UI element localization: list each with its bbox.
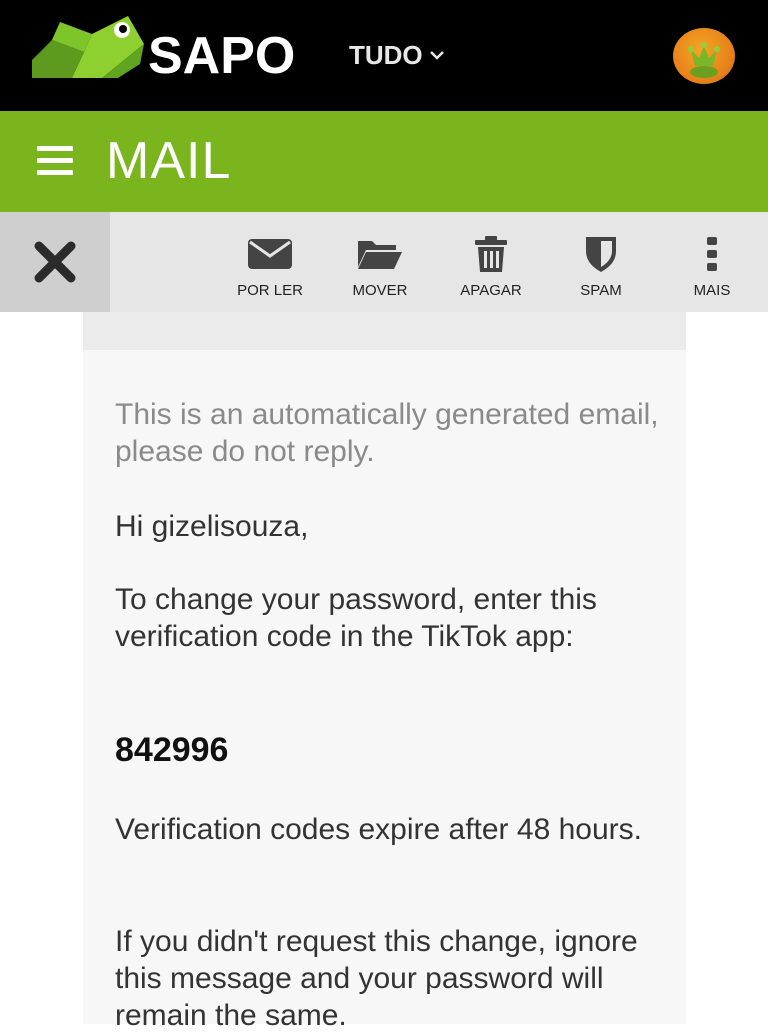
shield-icon [586, 237, 616, 272]
page-title: MAIL [106, 132, 232, 190]
close-icon [34, 241, 76, 283]
spam-button[interactable]: SPAM [546, 232, 656, 308]
greeting-text: Hi gizelisouza, [115, 510, 309, 543]
expiry-text: Verification codes expire after 48 hours… [115, 813, 642, 846]
move-button[interactable]: MOVER [325, 232, 435, 308]
tudo-label: TUDO [349, 40, 423, 70]
delete-button[interactable]: APAGAR [436, 232, 546, 308]
instruction-text: To change your password, enter this veri… [115, 583, 597, 653]
frog-crown-avatar-icon [688, 42, 720, 78]
user-avatar[interactable] [673, 28, 735, 84]
tudo-menu[interactable]: TUDO [349, 40, 445, 70]
folder-open-icon [358, 241, 402, 269]
move-label: MOVER [352, 282, 408, 299]
more-vertical-icon [707, 237, 717, 271]
more-button[interactable]: MAIS [657, 232, 767, 308]
sapo-logo-text[interactable]: SAPO [148, 26, 295, 86]
auto-notice-text: This is an automatically generated email… [115, 398, 659, 468]
hamburger-menu-icon[interactable] [37, 146, 73, 175]
ignore-text: If you didn't request this change, ignor… [115, 925, 638, 1032]
mark-unread-label: POR LER [237, 282, 303, 299]
chevron-down-icon [429, 51, 444, 60]
more-label: MAIS [693, 282, 731, 299]
spam-label: SPAM [580, 282, 622, 299]
close-button[interactable] [0, 212, 110, 312]
verification-code[interactable]: 842996 [115, 732, 675, 769]
email-card-header [83, 312, 686, 350]
mark-unread-button[interactable]: POR LER [215, 232, 325, 308]
trash-icon [475, 236, 507, 272]
delete-label: APAGAR [460, 282, 522, 299]
sapo-frog-logo-icon[interactable] [32, 14, 144, 80]
envelope-icon [248, 239, 292, 269]
